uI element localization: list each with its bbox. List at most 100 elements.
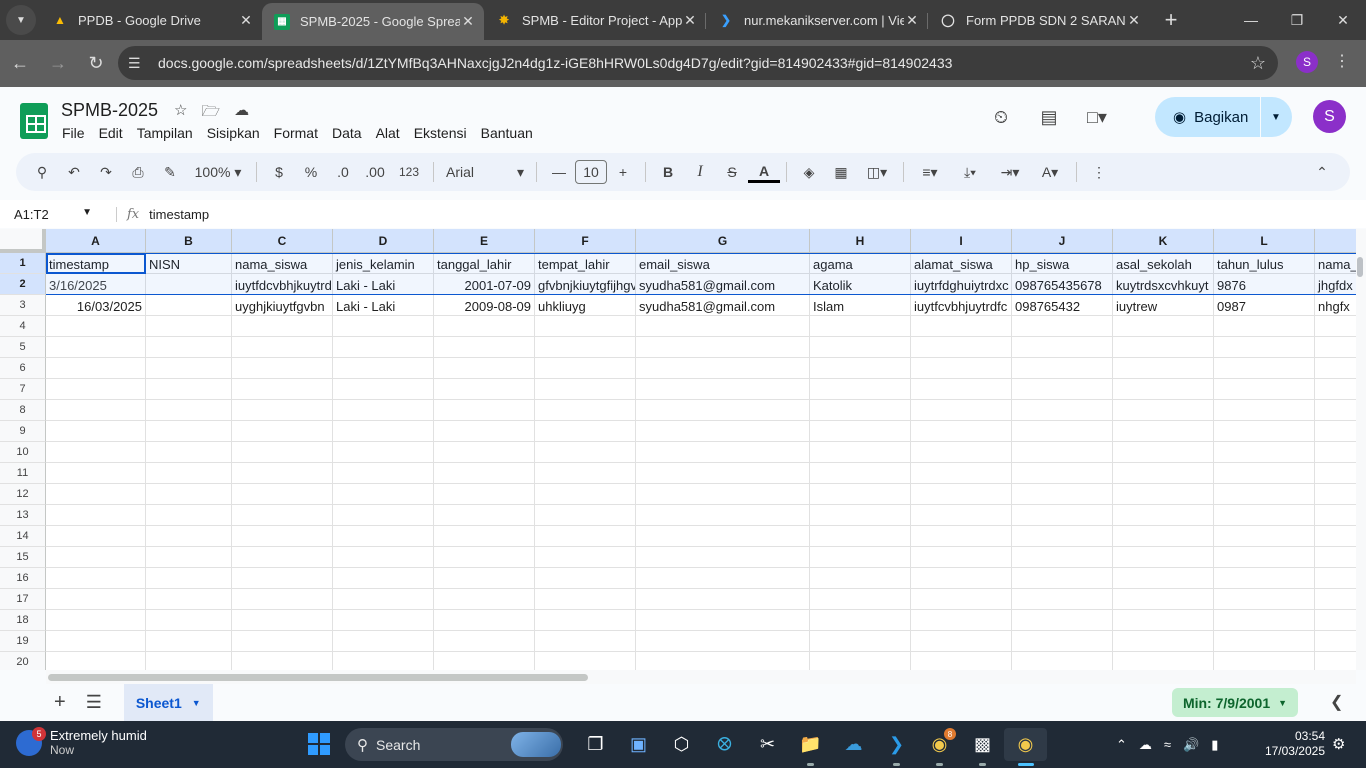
font-size-decrease-icon[interactable]: — [543,157,575,187]
grid-cell[interactable] [1315,568,1356,589]
grid-cell[interactable] [1012,526,1113,547]
grid-cell[interactable] [232,421,333,442]
grid-cell[interactable] [232,652,333,670]
grid-cell[interactable] [810,316,911,337]
grid-cell[interactable] [146,358,232,379]
grid-cell[interactable] [810,358,911,379]
grid-cell[interactable] [1012,568,1113,589]
grid-cell[interactable] [232,358,333,379]
grid-cell[interactable] [1113,400,1214,421]
grid-cell[interactable]: Katolik [810,274,911,295]
grid-cell[interactable]: kuytrdsxcvhkuyt [1113,274,1214,295]
grid-cell[interactable]: 0987 [1214,295,1315,316]
grid-cell[interactable] [911,421,1012,442]
grid-cell[interactable] [46,400,146,421]
grid-cell[interactable] [46,631,146,652]
move-folder-icon[interactable]: 🗁 [201,101,220,126]
grid-cell[interactable] [46,652,146,670]
name-box[interactable]: A1:T2 ▼ [0,207,100,222]
borders-icon[interactable]: ▦ [825,157,857,187]
column-header[interactable]: G [636,229,810,253]
grid-cell[interactable] [46,421,146,442]
grid-cell[interactable] [535,337,636,358]
column-header[interactable]: K [1113,229,1214,253]
grid-cell[interactable] [333,358,434,379]
grid-cell[interactable]: Laki - Laki [333,295,434,316]
grid-cell[interactable] [1315,463,1356,484]
grid-cell[interactable] [1113,379,1214,400]
grid-cell[interactable] [810,547,911,568]
grid-cell[interactable] [1113,358,1214,379]
grid-cell[interactable] [535,568,636,589]
snipping-tool-icon[interactable]: ✂ [746,728,789,761]
star-icon[interactable]: ☆ [174,101,187,126]
grid-cell[interactable] [232,484,333,505]
new-tab-button[interactable]: + [1156,5,1186,35]
grid-cell[interactable] [1012,400,1113,421]
side-panel-toggle-icon[interactable]: ❮ [1330,692,1343,712]
grid-cell[interactable] [46,526,146,547]
grid-cell[interactable] [146,463,232,484]
grid-cell[interactable]: 098765432 [1012,295,1113,316]
grid-cell[interactable] [535,526,636,547]
grid-cell[interactable] [810,379,911,400]
grid-cell[interactable] [1012,547,1113,568]
grid-cell[interactable] [535,358,636,379]
grid-cell[interactable] [1214,379,1315,400]
version-history-icon[interactable]: ⏲ [986,102,1016,132]
grid-cell[interactable]: agama [810,253,911,274]
grid-cell[interactable] [810,568,911,589]
grid-cell[interactable] [535,589,636,610]
grid-cell[interactable] [1214,316,1315,337]
grid-cell[interactable] [146,400,232,421]
grid-cell[interactable]: email_siswa [636,253,810,274]
grid-cell[interactable] [434,484,535,505]
grid-cell[interactable] [1214,463,1315,484]
font-select[interactable]: Arial ▾ [440,157,530,187]
grid-cell[interactable]: gfvbnjkiuytgfijhgv [535,274,636,295]
grid-cell[interactable] [1113,442,1214,463]
grid-cell[interactable] [535,631,636,652]
grid-cell[interactable] [146,274,232,295]
grid-cell[interactable] [46,379,146,400]
grid-cell[interactable]: nama_ [1315,253,1356,274]
grid-cell[interactable] [232,379,333,400]
grid-cell[interactable]: iuytfcvbhjuytrdfc [911,295,1012,316]
browser-tab[interactable]: ◯ Form PPDB SDN 2 SARANJA ✕ [928,3,1150,37]
grid-cell[interactable] [1113,463,1214,484]
grid-cell[interactable] [333,379,434,400]
grid-cell[interactable] [434,421,535,442]
valign-bottom-icon[interactable]: ⤓▾ [950,157,990,187]
grid-cell[interactable] [1012,442,1113,463]
share-button[interactable]: ◉ Bagikan ▼ [1155,97,1292,137]
grid-cell[interactable]: asal_sekolah [1113,253,1214,274]
grid-cell[interactable] [810,442,911,463]
grid-cell[interactable] [911,442,1012,463]
grid-cell[interactable] [232,526,333,547]
grid-cell[interactable] [1012,610,1113,631]
grid-cell[interactable] [1012,589,1113,610]
grid-cell[interactable] [911,316,1012,337]
grid-cell[interactable] [434,589,535,610]
grid-cell[interactable] [911,652,1012,670]
grid-cell[interactable] [636,358,810,379]
column-header[interactable]: L [1214,229,1315,253]
grid-cell[interactable] [1214,547,1315,568]
grid-cell[interactable] [911,484,1012,505]
grid-cell[interactable] [1214,610,1315,631]
row-header[interactable]: 8 [0,400,46,421]
select-all-corner[interactable] [0,229,46,253]
taskbar-search[interactable]: ⚲ Search [345,728,563,761]
currency-button[interactable]: $ [263,157,295,187]
fill-color-icon[interactable]: ◈ [793,157,825,187]
text-wrap-icon[interactable]: ⇥▾ [990,157,1030,187]
sheets-logo-icon[interactable] [20,103,48,139]
comments-icon[interactable]: ▤ [1034,102,1064,132]
percent-button[interactable]: % [295,157,327,187]
grid-cell[interactable]: iuytrfdghuiytrdxc [911,274,1012,295]
grid-cell[interactable] [1315,547,1356,568]
grid-cell[interactable] [636,547,810,568]
grid-cell[interactable] [434,631,535,652]
close-tab-icon[interactable]: ✕ [904,12,920,29]
grid-cell[interactable] [434,547,535,568]
